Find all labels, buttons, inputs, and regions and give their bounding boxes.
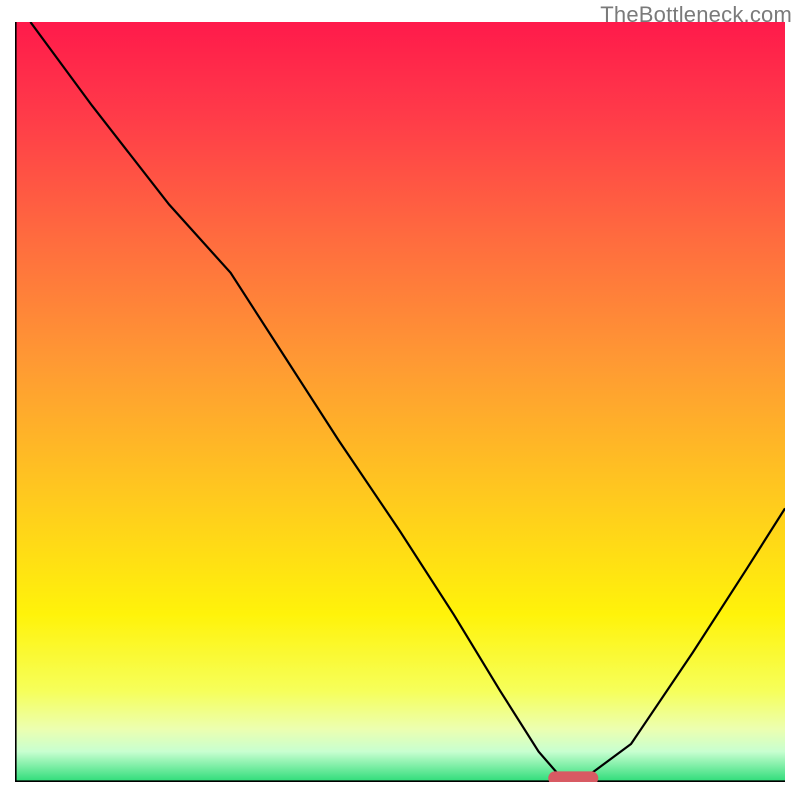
plot-area (15, 22, 785, 782)
gradient-background (15, 22, 785, 782)
optimal-marker (548, 771, 598, 782)
chart-svg (15, 22, 785, 782)
chart-container: TheBottleneck.com (0, 0, 800, 800)
watermark-text: TheBottleneck.com (600, 2, 792, 28)
